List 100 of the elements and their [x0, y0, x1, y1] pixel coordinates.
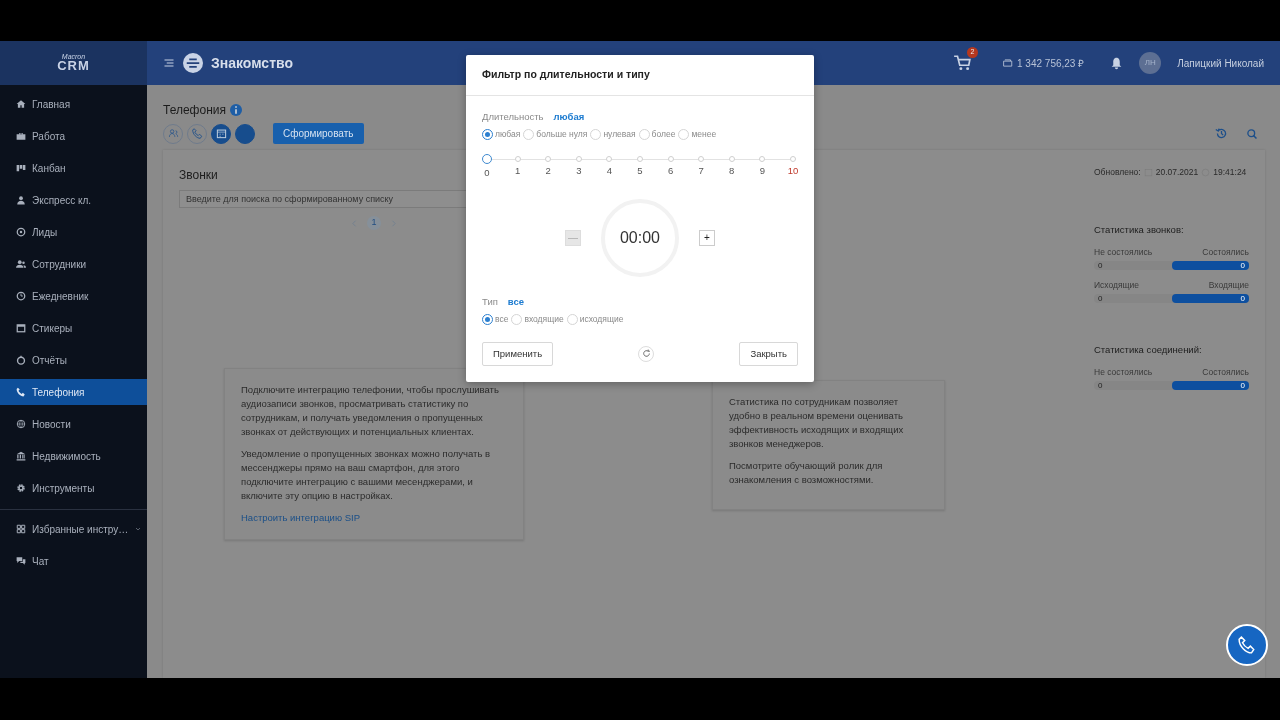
bank-icon [16, 451, 26, 461]
search-icon[interactable] [1246, 127, 1258, 140]
sidebar-item[interactable]: Чат [0, 548, 147, 574]
field-value: все [507, 294, 524, 309]
calendar-icon [16, 323, 26, 333]
updated-label: Обновлено: [1094, 166, 1141, 179]
toolbar-button[interactable] [211, 123, 231, 144]
info-text: Статистика по сотрудникам позволяет удобно в реальном времени оценивать эффективность исходящих и входящих звонков менеджеров. [729, 395, 905, 452]
people-icon [167, 128, 179, 139]
radio-option[interactable]: любая [482, 128, 521, 141]
briefcase-icon [16, 131, 26, 141]
scale-tick[interactable]: 2 [543, 154, 554, 180]
sidebar-item[interactable]: Избранные инстру… [0, 516, 147, 542]
scale-tick[interactable]: 6 [665, 154, 676, 180]
scale-tick[interactable]: 0 [482, 154, 492, 180]
radio-option[interactable]: больше нуля [523, 128, 588, 141]
bell-icon[interactable] [1110, 56, 1124, 70]
target-icon [16, 227, 26, 237]
page-title: Знакомство [211, 53, 293, 73]
history-icon[interactable] [1215, 127, 1228, 140]
stat-label: Состоялись [1202, 246, 1249, 259]
scale-tick[interactable]: 7 [696, 154, 707, 180]
info-text: Уведомление о пропущенных звонках можно получать в мессенджеры прямо на ваш смартфон, для этого подключите интеграцию с вашими месенджерами, и включите эту опцию в настройках. [241, 447, 492, 504]
balance: 1 342 756,23 ₽ [1017, 56, 1085, 71]
sidebar-item[interactable]: Главная [0, 91, 147, 117]
sidebar-item[interactable]: Инструменты [0, 475, 147, 501]
timer-display: 00:00 [601, 198, 679, 277]
phone-icon [1238, 636, 1256, 654]
refresh-button[interactable] [638, 345, 655, 362]
scale-tick[interactable]: 4 [604, 154, 615, 180]
scale-tick[interactable]: 9 [757, 154, 768, 180]
scale-tick[interactable]: 8 [726, 154, 737, 180]
info-text: Подключите интеграцию телефонии, чтобы прослушивать аудиозаписи звонков, просматривать статистику по сотрудникам, и получать уведомления о пропущенных звонках от действующих и потенциальных клиентах. [241, 383, 500, 440]
sidebar-item[interactable]: Стикеры [0, 315, 147, 341]
clock-icon [16, 291, 26, 301]
stat-label: Не состоялись [1094, 365, 1153, 379]
increment-button[interactable]: + [699, 229, 715, 246]
sidebar-item[interactable]: Ежедневник [0, 283, 147, 309]
home-icon [16, 99, 26, 109]
toolbar-button[interactable] [235, 123, 255, 144]
stat-label: Не состоялись [1094, 246, 1153, 259]
stat-label: Состоялись [1202, 365, 1249, 379]
people-icon [16, 259, 26, 269]
chevron-icon [134, 525, 143, 533]
wallet-icon [1003, 58, 1014, 68]
info-icon[interactable] [230, 104, 242, 116]
sidebar-item[interactable]: Телефония [0, 379, 147, 405]
menu-icon[interactable] [163, 57, 175, 69]
gear-icon [16, 483, 26, 493]
stat-value: 0 [1098, 259, 1103, 271]
radio-option[interactable]: входящие [511, 313, 564, 326]
stat-value: 0 [1240, 379, 1245, 391]
updated-time: 19:41:24 [1213, 166, 1247, 179]
updated-date: 20.07.2021 [1155, 166, 1199, 179]
logo-icon [183, 53, 203, 73]
sidebar-item[interactable]: Отчёты [0, 347, 147, 373]
panel-title: Звонки [179, 167, 218, 184]
phone-icon [191, 128, 203, 139]
stat-label: Исходящие [1094, 278, 1140, 292]
field-value: любая [553, 109, 585, 124]
page-heading: Телефония [163, 102, 226, 119]
generate-button[interactable]: Сформировать [273, 123, 364, 144]
radio-option[interactable]: менее [678, 128, 717, 141]
refresh-icon [641, 349, 651, 359]
radio-option[interactable]: нулевая [590, 128, 636, 141]
globe-icon [16, 419, 26, 429]
sidebar-item[interactable]: Лиды [0, 219, 147, 245]
cart-button[interactable] [953, 54, 972, 72]
stat-value: 0 [1098, 379, 1103, 391]
close-button[interactable]: Закрыть [739, 341, 798, 366]
stat-value: 0 [1240, 292, 1245, 304]
scale-tick[interactable]: 5 [634, 154, 645, 180]
stopwatch-icon [16, 355, 26, 365]
scale-tick[interactable]: 3 [573, 154, 584, 180]
calendar-icon [215, 128, 227, 139]
stat-value: 0 [1098, 292, 1103, 304]
dialog-title: Фильтр по длительности и типу [466, 55, 814, 96]
sidebar-item[interactable]: Новости [0, 411, 147, 437]
info-text: Посмотрите обучающий ролик для ознакомления с возможностями. [729, 459, 884, 488]
stat-label: Входящие [1208, 278, 1249, 292]
cart-icon [953, 54, 972, 72]
sidebar-item[interactable]: Сотрудники [0, 251, 147, 277]
grid-icon [16, 524, 26, 534]
phone-icon [16, 387, 26, 397]
stats-title: Статистика звонков: [1094, 222, 1185, 237]
stat-value: 0 [1240, 259, 1245, 271]
chat-icon [16, 556, 26, 566]
scale-tick[interactable]: 10 [787, 154, 798, 180]
sidebar-item[interactable]: Работа [0, 123, 147, 149]
radio-option[interactable]: все [482, 313, 509, 326]
scale-tick[interactable]: 1 [512, 154, 523, 180]
radio-option[interactable]: более [638, 128, 676, 141]
sidebar-item[interactable]: Канбан [0, 155, 147, 181]
field-label: Тип [482, 294, 498, 309]
kanban-icon [16, 163, 26, 173]
user-name[interactable]: Лапицкий Николай [1177, 55, 1264, 71]
apply-button[interactable]: Применить [482, 341, 554, 366]
sidebar-item[interactable]: Недвижимость [0, 443, 147, 469]
sidebar-item[interactable]: Экспресс кл. [0, 187, 147, 213]
radio-option[interactable]: исходящие [566, 313, 624, 326]
